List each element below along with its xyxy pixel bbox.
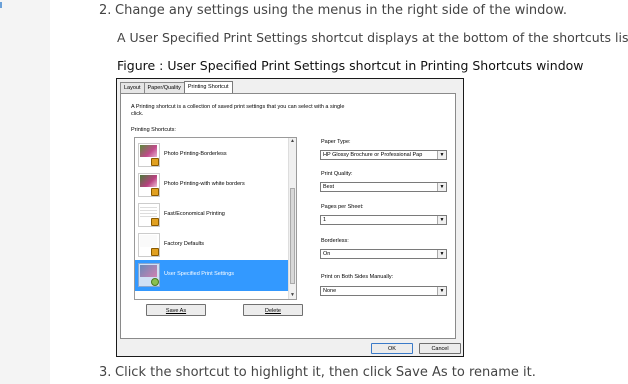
print-quality-select[interactable]: Best ▼: [320, 182, 447, 192]
shortcuts-label: Printing Shortcuts:: [131, 127, 176, 133]
chevron-down-icon: ▼: [437, 151, 446, 159]
paper-type-label: Paper Type:: [321, 139, 351, 145]
shortcut-label: Photo Printing-with white borders: [164, 181, 245, 187]
lock-icon: [151, 188, 159, 196]
list-scrollbar[interactable]: ▲ ▼: [288, 138, 296, 299]
list-item[interactable]: Photo Printing-with white borders: [135, 170, 291, 200]
borderless-label: Borderless:: [321, 238, 349, 244]
shortcut-label: Factory Defaults: [164, 241, 205, 247]
chevron-down-icon: ▼: [437, 183, 446, 191]
save-as-button[interactable]: Save As: [146, 304, 206, 316]
figure-caption: Figure : User Specified Print Settings s…: [117, 58, 584, 73]
borderless-select[interactable]: On ▼: [320, 249, 447, 259]
nav-marker: [0, 2, 2, 8]
list-item[interactable]: Fast/Economical Printing: [135, 200, 291, 230]
printing-shortcut-panel: A Printing shortcut is a collection of s…: [120, 93, 456, 339]
settings-icon: [138, 263, 160, 287]
left-margin-bar: [0, 0, 50, 384]
lock-icon: [151, 218, 159, 226]
list-item[interactable]: Factory Defaults: [135, 230, 291, 260]
tab-paper-quality[interactable]: Paper/Quality: [143, 82, 185, 93]
scroll-up-icon[interactable]: ▲: [289, 138, 296, 145]
step-2-number: 2.: [99, 3, 112, 18]
step-3: 3. Click the shortcut to highlight it, th…: [99, 365, 536, 380]
print-both-sides-label: Print on Both Sides Manually:: [321, 274, 394, 280]
cancel-button[interactable]: Cancel: [419, 343, 461, 354]
shortcuts-list[interactable]: Photo Printing-Borderless Photo Printing…: [134, 137, 297, 300]
step-2-result: A User Specified Print Settings shortcut…: [117, 30, 628, 45]
step-3-text: Click the shortcut to highlight it, then…: [115, 365, 536, 380]
step-2: 2. Change any settings using the menus in…: [99, 3, 567, 18]
shortcut-label: Fast/Economical Printing: [164, 211, 225, 217]
scroll-down-icon[interactable]: ▼: [289, 292, 296, 299]
step-2-text: Change any settings using the menus in t…: [115, 3, 567, 18]
list-item[interactable]: Photo Printing-Borderless: [135, 140, 291, 170]
document-icon: [138, 233, 160, 257]
print-properties-dialog: Layout Paper/Quality Printing Shortcut A…: [116, 78, 464, 357]
pages-per-sheet-label: Pages per Sheet:: [321, 204, 364, 210]
ok-button[interactable]: OK: [371, 343, 413, 354]
step-3-number: 3.: [99, 365, 112, 380]
lock-icon: [151, 158, 159, 166]
photo-icon: [138, 143, 160, 167]
tab-layout[interactable]: Layout: [120, 82, 145, 93]
chevron-down-icon: ▼: [437, 216, 446, 224]
delete-button[interactable]: Delete: [243, 304, 303, 316]
shortcut-label: User Specified Print Settings: [164, 271, 235, 277]
scrollbar-thumb[interactable]: [290, 188, 295, 284]
document-icon: [138, 203, 160, 227]
tab-printing-shortcut[interactable]: Printing Shortcut: [183, 81, 233, 93]
paper-type-select[interactable]: HP Glossy Brochure or Professional Pap ▼: [320, 150, 447, 160]
tab-strip: Layout Paper/Quality Printing Shortcut: [120, 81, 233, 93]
intro-text: A Printing shortcut is a collection of s…: [131, 104, 345, 117]
lock-icon: [151, 248, 159, 256]
chevron-down-icon: ▼: [437, 250, 446, 258]
pages-per-sheet-select[interactable]: 1 ▼: [320, 215, 447, 225]
chevron-down-icon: ▼: [437, 287, 446, 295]
photo-icon: [138, 173, 160, 197]
shortcut-label: Photo Printing-Borderless: [164, 151, 227, 157]
list-item-selected[interactable]: User Specified Print Settings: [135, 260, 291, 291]
star-icon: [151, 278, 159, 286]
print-quality-label: Print Quality:: [321, 171, 353, 177]
print-both-sides-select[interactable]: None ▼: [320, 286, 447, 296]
